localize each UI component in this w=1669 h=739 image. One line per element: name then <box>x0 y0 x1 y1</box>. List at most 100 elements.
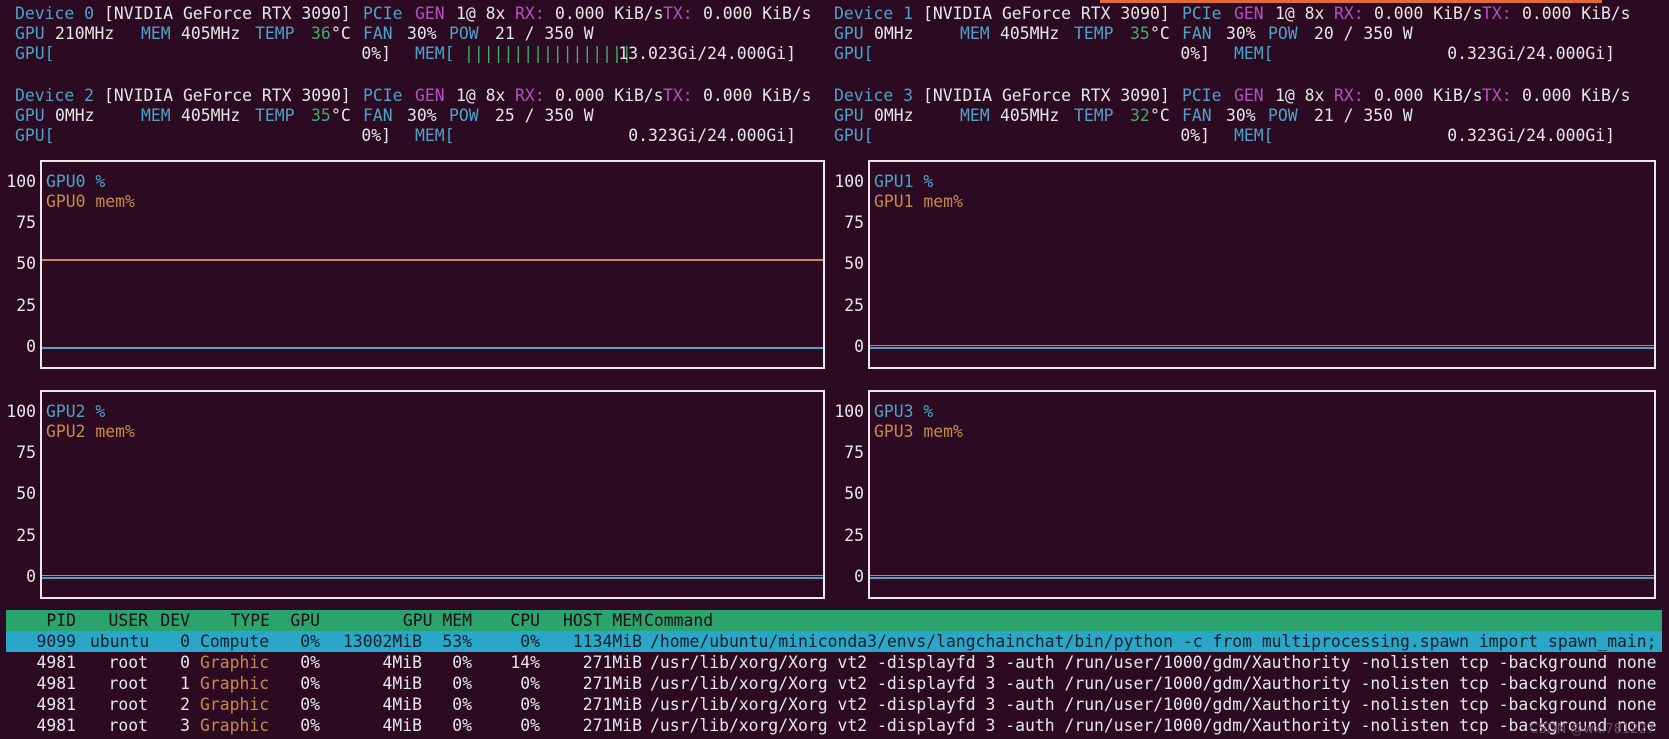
device-3-panel: Device 3 [NVIDIA GeForce RTX 3090] PCIe GEN… <box>834 86 1642 148</box>
header-gpu-mem[interactable]: GPU MEM <box>346 610 472 631</box>
pow-value: 25 / 350 W <box>495 106 594 125</box>
header-command[interactable]: Command <box>644 610 713 631</box>
pow-label: POW <box>449 106 479 125</box>
command-cell: /usr/lib/xorg/Xorg vt2 -displayfd 3 -aut… <box>650 674 1657 693</box>
temp-label: TEMP <box>255 24 295 43</box>
gpu-util-value: 0%] <box>361 126 391 145</box>
command-cell: /home/ubuntu/miniconda3/envs/langchainch… <box>650 632 1657 651</box>
temp-label: TEMP <box>1074 106 1114 125</box>
type-cell: Graphic <box>200 695 270 714</box>
header-gpu[interactable]: GPU <box>272 610 320 631</box>
gpu-clock-value: 0MHz <box>874 24 914 43</box>
header-user[interactable]: USER <box>90 610 148 631</box>
command-cell: /usr/lib/xorg/Xorg vt2 -displayfd 3 -aut… <box>650 695 1657 714</box>
y-tick-label: 100 <box>834 172 864 191</box>
gen-value: 1@ 8x <box>1275 86 1325 105</box>
tx-value: 0.000 KiB/s <box>1522 4 1631 23</box>
gen-value: 1@ 8x <box>1275 4 1325 23</box>
y-tick-label: 75 <box>844 213 864 232</box>
fan-label: FAN <box>363 24 393 43</box>
gpu-util-label: GPU[ <box>834 44 874 63</box>
header-host-mem[interactable]: HOST MEM <box>546 610 642 631</box>
mem-used-value: 0.323Gi/24.000Gi] <box>1447 44 1615 63</box>
tx-value: 0.000 KiB/s <box>703 86 812 105</box>
device-id: Device 1 <box>834 4 913 23</box>
pid-cell: 4981 <box>36 653 76 672</box>
header-pid[interactable]: PID <box>6 610 76 631</box>
device-header-line: Device 3 [NVIDIA GeForce RTX 3090] PCIe GEN… <box>834 86 1642 106</box>
legend-mem: GPU3 mem% <box>874 422 963 441</box>
dev-cell: 3 <box>180 716 190 735</box>
pow-value: 20 / 350 W <box>1314 24 1413 43</box>
pow-value: 21 / 350 W <box>495 24 594 43</box>
y-tick-label: 50 <box>16 254 36 273</box>
device-stats-line: GPU 0MHz MEM 405MHz TEMP 35 °C FAN 30% POW 20 / 35… <box>834 24 1642 44</box>
tx-label: TX: <box>1482 86 1512 105</box>
gpu1-plot-area: GPU1 % GPU1 mem% <box>868 160 1656 369</box>
y-tick-label: 50 <box>844 254 864 273</box>
legend-util: GPU2 % <box>46 402 106 421</box>
gpu-mem-pct-cell: 0% <box>452 716 472 735</box>
gpu-clock-label: GPU <box>15 106 45 125</box>
process-row[interactable]: 4981 root 2 Graphic 0% 4MiB 0% 0% 271MiB/usr/lib… <box>6 694 1662 715</box>
process-row[interactable]: 4981 root 1 Graphic 0% 4MiB 0% 0% 271MiB/usr/lib… <box>6 673 1662 694</box>
rx-label: RX: <box>515 4 545 23</box>
tx-label: TX: <box>663 86 693 105</box>
legend-util: GPU0 % <box>46 172 106 191</box>
gpu-clock-label: GPU <box>834 24 864 43</box>
header-dev[interactable]: DEV <box>150 610 190 631</box>
device-id: Device 3 <box>834 86 913 105</box>
gpu-mem-cell: 4MiB <box>382 674 422 693</box>
gpu-util-value: 0%] <box>1180 44 1210 63</box>
watermark: CSDN @wxl781227 <box>1529 722 1655 737</box>
process-row[interactable]: 4981 root 0 Graphic 0% 4MiB 0% 14% 271MiB/usr/li… <box>6 652 1662 673</box>
mem-bar-label: MEM[ <box>415 44 455 63</box>
y-tick-label: 75 <box>16 213 36 232</box>
dev-cell: 0 <box>180 653 190 672</box>
device-bars-line: GPU[0%] MEM[0.323Gi/24.000Gi] <box>834 126 1642 146</box>
process-table-header[interactable]: PID USER DEV TYPE GPU GPU MEM CPU HOST M… <box>6 610 1662 631</box>
gen-label: GEN <box>1234 86 1264 105</box>
legend-mem: GPU0 mem% <box>46 192 135 211</box>
gpu-clock-label: GPU <box>15 24 45 43</box>
device-bars-line: GPU[0%] MEM[0.323Gi/24.000Gi] <box>834 44 1642 64</box>
user-cell: root <box>108 695 148 714</box>
host-mem-cell: 271MiB <box>582 716 642 735</box>
util-series-line <box>870 347 1654 349</box>
host-mem-cell: 271MiB <box>582 674 642 693</box>
process-row[interactable]: 9099 ubuntu 0 Compute 0% 13002MiB 53% 0% 1134MiB… <box>6 631 1662 652</box>
y-tick-label: 25 <box>844 526 864 545</box>
fan-value: 30% <box>1226 24 1256 43</box>
gpu-mem-cell: 4MiB <box>382 653 422 672</box>
process-row[interactable]: 4981 root 3 Graphic 0% 4MiB 0% 0% 271MiB/usr/lib… <box>6 715 1662 736</box>
gpu-mem-pct-cell: 53% <box>442 632 472 651</box>
dev-cell: 2 <box>180 695 190 714</box>
mem-bar-label: MEM[ <box>1234 126 1274 145</box>
fan-label: FAN <box>1182 24 1212 43</box>
fan-value: 30% <box>1226 106 1256 125</box>
rx-value: 0.000 KiB/s <box>1374 4 1483 23</box>
header-cpu[interactable]: CPU <box>476 610 540 631</box>
util-series-line <box>42 347 823 349</box>
y-tick-label: 75 <box>844 443 864 462</box>
cpu-cell: 14% <box>510 653 540 672</box>
y-tick-label: 75 <box>16 443 36 462</box>
gpu-clock-value: 0MHz <box>874 106 914 125</box>
mem-series-line <box>42 259 823 262</box>
user-cell: root <box>108 716 148 735</box>
device-header-line: Device 2 [NVIDIA GeForce RTX 3090] PCIe GEN… <box>15 86 823 106</box>
tx-label: TX: <box>1482 4 1512 23</box>
header-type[interactable]: TYPE <box>200 610 270 631</box>
pow-label: POW <box>449 24 479 43</box>
gpu-util-value: 0%] <box>361 44 391 63</box>
temp-value: 32 <box>1130 106 1150 125</box>
type-cell: Graphic <box>200 674 270 693</box>
gpu-clock-label: GPU <box>834 106 864 125</box>
gpu-mem-cell: 4MiB <box>382 716 422 735</box>
top-accent-bar <box>1100 0 1602 3</box>
legend-util: GPU3 % <box>874 402 934 421</box>
gpu-cell: 0% <box>300 716 320 735</box>
gpu2-plot-area: GPU2 % GPU2 mem% <box>40 390 825 599</box>
mem-used-value: 0.323Gi/24.000Gi] <box>628 126 796 145</box>
host-mem-cell: 271MiB <box>582 653 642 672</box>
